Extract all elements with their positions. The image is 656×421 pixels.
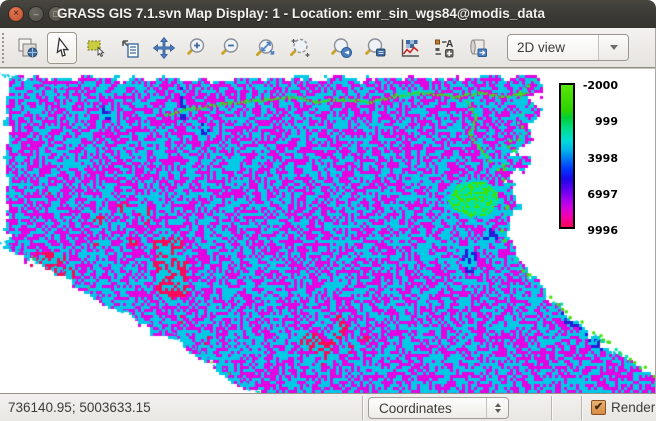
add-map-elements-icon: A	[432, 36, 456, 60]
svg-text:A: A	[446, 39, 453, 50]
zoom-extent-button[interactable]	[251, 32, 281, 64]
zoom-options-icon	[364, 36, 388, 60]
add-map-elements-button[interactable]: A	[429, 32, 459, 64]
legend-label: 9996	[582, 224, 618, 237]
display-map-button[interactable]	[13, 32, 43, 64]
legend-color-bar	[559, 83, 575, 229]
map-output-button[interactable]	[463, 32, 493, 64]
statusbar-separator	[581, 396, 582, 420]
pointer-button[interactable]	[47, 32, 77, 64]
zoom-out-icon	[220, 36, 244, 60]
toolbar-drag-handle[interactable]	[2, 33, 6, 63]
pan-icon	[152, 36, 176, 60]
grass-map-display-window: × – □ GRASS GIS 7.1.svn Map Display: 1 -…	[0, 0, 656, 421]
analyze-map-button[interactable]	[395, 32, 425, 64]
window-controls: × – □	[8, 6, 64, 22]
zoom-region-icon	[288, 36, 312, 60]
zoom-options-button[interactable]	[361, 32, 391, 64]
map-toolbar: A 2D view	[0, 28, 656, 68]
statusbar-mode-select[interactable]: Coordinates	[368, 397, 509, 419]
statusbar-mode-value: Coordinates	[369, 401, 486, 416]
zoom-back-button[interactable]	[327, 32, 357, 64]
map-output-icon	[466, 36, 490, 60]
zoom-extent-icon	[254, 36, 278, 60]
display-map-icon	[16, 36, 40, 60]
zoom-out-button[interactable]	[217, 32, 247, 64]
zoom-region-button[interactable]	[285, 32, 315, 64]
close-icon[interactable]: ×	[8, 6, 24, 22]
statusbar-separator	[362, 396, 363, 420]
query-raster-icon	[84, 36, 108, 60]
legend-label: 6997	[582, 188, 618, 201]
query-vector-attributes-button[interactable]	[115, 32, 145, 64]
legend-label: 3998	[582, 152, 618, 165]
statusbar-separator	[551, 396, 552, 420]
spinner-icon[interactable]	[486, 398, 508, 418]
pointer-icon	[50, 36, 74, 60]
query-vector-attributes-icon	[118, 36, 142, 60]
chevron-down-icon	[610, 45, 618, 50]
view-mode-dropdown-button[interactable]	[598, 35, 628, 60]
render-checkbox[interactable]: ✔	[591, 400, 606, 415]
legend-label: -2000	[582, 79, 618, 92]
view-mode-select[interactable]: 2D view	[507, 34, 629, 61]
pan-button[interactable]	[149, 32, 179, 64]
window-title: GRASS GIS 7.1.svn Map Display: 1 - Locat…	[57, 0, 545, 28]
view-mode-value: 2D view	[508, 40, 598, 55]
zoom-in-icon	[186, 36, 210, 60]
raster-legend: -2000 999 3998 6997 9996	[556, 80, 656, 240]
zoom-back-icon	[330, 36, 354, 60]
zoom-in-button[interactable]	[183, 32, 213, 64]
title-bar[interactable]: × – □ GRASS GIS 7.1.svn Map Display: 1 -…	[0, 0, 656, 28]
analyze-map-icon	[398, 36, 422, 60]
query-raster-button[interactable]	[81, 32, 111, 64]
status-bar: 736140.95; 5003633.15 Coordinates ✔ Rend…	[0, 393, 656, 421]
render-checkbox-label[interactable]: Render	[611, 394, 656, 421]
legend-label: 999	[582, 115, 618, 128]
minimize-icon[interactable]: –	[28, 6, 44, 22]
coordinate-readout: 736140.95; 5003633.15	[8, 394, 151, 421]
